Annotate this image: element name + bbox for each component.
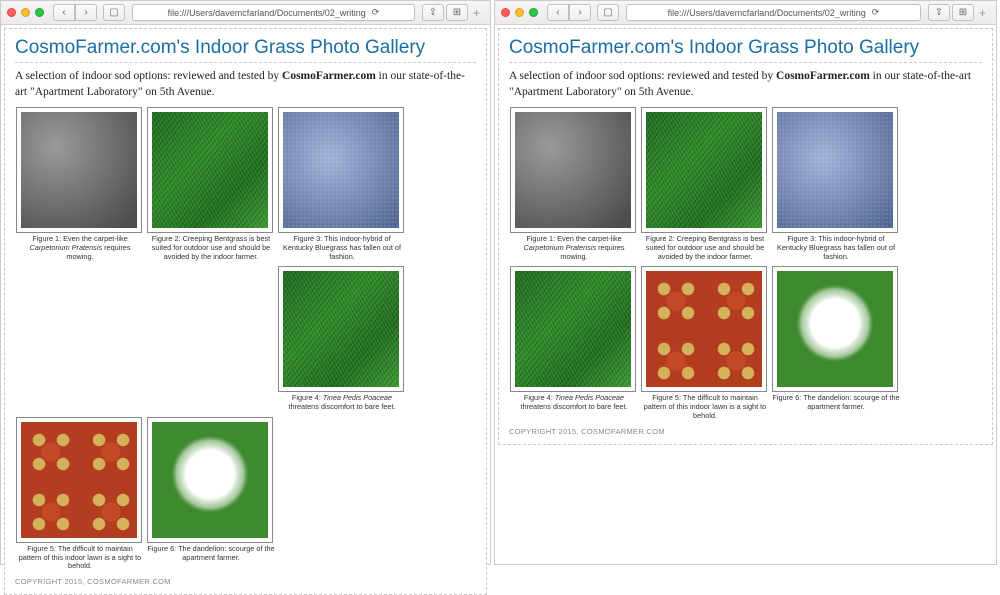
new-tab-button[interactable]: + [469, 6, 484, 20]
caption: Figure 2: Creeping Bentgrass is best sui… [147, 235, 275, 261]
caption: Figure 5: The difficult to maintain patt… [16, 545, 144, 571]
figure-2: Figure 2: Creeping Bentgrass is best sui… [641, 107, 769, 261]
image [21, 112, 137, 228]
caption: Figure 5: The difficult to maintain patt… [641, 394, 769, 420]
page-title: CosmoFarmer.com's Indoor Grass Photo Gal… [15, 37, 476, 63]
thumbnail[interactable] [641, 107, 767, 233]
maximize-icon[interactable] [35, 8, 44, 17]
intro-pre: A selection of indoor sod options: revie… [509, 70, 776, 82]
nav-buttons: ‹ › [52, 4, 98, 21]
thumbnail[interactable] [16, 417, 142, 543]
page-content: CosmoFarmer.com's Indoor Grass Photo Gal… [498, 28, 993, 445]
reload-icon[interactable]: ⟳ [872, 7, 880, 18]
thumbnail[interactable] [772, 266, 898, 392]
caption: Figure 2: Creeping Bentgrass is best sui… [641, 235, 769, 261]
titlebar: ‹ › ▢ file:///Users/davemcfarland/Docume… [1, 1, 490, 25]
image [283, 112, 399, 228]
forward-button[interactable]: › [75, 4, 97, 21]
page-content: CosmoFarmer.com's Indoor Grass Photo Gal… [4, 28, 487, 595]
image [152, 422, 268, 538]
minimize-icon[interactable] [21, 8, 30, 17]
caption: Figure 6: The dandelion: scourge of the … [772, 394, 900, 412]
caption: Figure 1: Even the carpet-like Carpetori… [510, 235, 638, 261]
image [646, 112, 762, 228]
figure-3: Figure 3: This indoor-hybrid of Kentucky… [278, 107, 406, 261]
browser-window-left: ‹ › ▢ file:///Users/davemcfarland/Docume… [0, 0, 491, 565]
thumbnail[interactable] [278, 107, 404, 233]
minimize-icon[interactable] [515, 8, 524, 17]
intro-text: A selection of indoor sod options: revie… [509, 69, 982, 100]
thumbnail[interactable] [147, 107, 273, 233]
thumbnail[interactable] [772, 107, 898, 233]
caption: Figure 6: The dandelion: scourge of the … [147, 545, 275, 563]
reload-icon[interactable]: ⟳ [372, 7, 380, 18]
caption: Figure 3: This indoor-hybrid of Kentucky… [772, 235, 900, 261]
copyright: COPYRIGHT 2015, COSMOFARMER.COM [15, 577, 476, 586]
image [283, 271, 399, 387]
caption: Figure 4: Tinea Pedis Poaceae threatens … [510, 394, 638, 412]
window-controls [501, 8, 538, 17]
tabs-button[interactable]: ⊞ [952, 4, 974, 21]
figure-1: Figure 1: Even the carpet-like Carpetori… [510, 107, 638, 261]
copyright: COPYRIGHT 2015, COSMOFARMER.COM [509, 427, 982, 436]
caption: Figure 1: Even the carpet-like Carpetori… [16, 235, 144, 261]
sidebar-button[interactable]: ▢ [103, 4, 125, 21]
new-tab-button[interactable]: + [975, 6, 990, 20]
page-title: CosmoFarmer.com's Indoor Grass Photo Gal… [509, 37, 982, 63]
thumbnail[interactable] [16, 107, 142, 233]
figure-4: Figure 4: Tinea Pedis Poaceae threatens … [510, 266, 638, 412]
image [152, 112, 268, 228]
url-text: file:///Users/davemcfarland/Documents/02… [168, 8, 366, 18]
image [515, 271, 631, 387]
window-controls [7, 8, 44, 17]
forward-button[interactable]: › [569, 4, 591, 21]
intro-strong: CosmoFarmer.com [776, 70, 870, 82]
intro-strong: CosmoFarmer.com [282, 70, 376, 82]
address-bar[interactable]: file:///Users/davemcfarland/Documents/02… [132, 4, 415, 21]
gallery-right: Figure 1: Even the carpet-like Carpetori… [509, 106, 982, 425]
figure-4: Figure 4: Tinea Pedis Poaceae threatens … [278, 266, 406, 412]
gallery-left: Figure 1: Even the carpet-like Carpetori… [15, 106, 476, 575]
image [646, 271, 762, 387]
intro-text: A selection of indoor sod options: revie… [15, 69, 476, 100]
titlebar: ‹ › ▢ file:///Users/davemcfarland/Docume… [495, 1, 996, 25]
figure-2: Figure 2: Creeping Bentgrass is best sui… [147, 107, 275, 261]
thumbnail[interactable] [510, 107, 636, 233]
figure-3: Figure 3: This indoor-hybrid of Kentucky… [772, 107, 900, 261]
intro-pre: A selection of indoor sod options: revie… [15, 70, 282, 82]
url-text: file:///Users/davemcfarland/Documents/02… [668, 8, 866, 18]
close-icon[interactable] [7, 8, 16, 17]
thumbnail[interactable] [510, 266, 636, 392]
caption: Figure 3: This indoor-hybrid of Kentucky… [278, 235, 406, 261]
tabs-button[interactable]: ⊞ [446, 4, 468, 21]
address-bar[interactable]: file:///Users/davemcfarland/Documents/02… [626, 4, 921, 21]
browser-window-right: ‹ › ▢ file:///Users/davemcfarland/Docume… [494, 0, 997, 565]
sidebar-button[interactable]: ▢ [597, 4, 619, 21]
image [515, 112, 631, 228]
image [777, 112, 893, 228]
figure-1: Figure 1: Even the carpet-like Carpetori… [16, 107, 144, 261]
figure-5: Figure 5: The difficult to maintain patt… [641, 266, 769, 420]
figure-5: Figure 5: The difficult to maintain patt… [16, 417, 144, 571]
figure-6: Figure 6: The dandelion: scourge of the … [147, 417, 275, 563]
maximize-icon[interactable] [529, 8, 538, 17]
image [21, 422, 137, 538]
back-button[interactable]: ‹ [53, 4, 75, 21]
thumbnail[interactable] [641, 266, 767, 392]
back-button[interactable]: ‹ [547, 4, 569, 21]
thumbnail[interactable] [147, 417, 273, 543]
share-button[interactable]: ⇪ [928, 4, 950, 21]
close-icon[interactable] [501, 8, 510, 17]
share-button[interactable]: ⇪ [422, 4, 444, 21]
figure-6: Figure 6: The dandelion: scourge of the … [772, 266, 900, 412]
image [777, 271, 893, 387]
thumbnail[interactable] [278, 266, 404, 392]
caption: Figure 4: Tinea Pedis Poaceae threatens … [278, 394, 406, 412]
nav-buttons: ‹ › [546, 4, 592, 21]
